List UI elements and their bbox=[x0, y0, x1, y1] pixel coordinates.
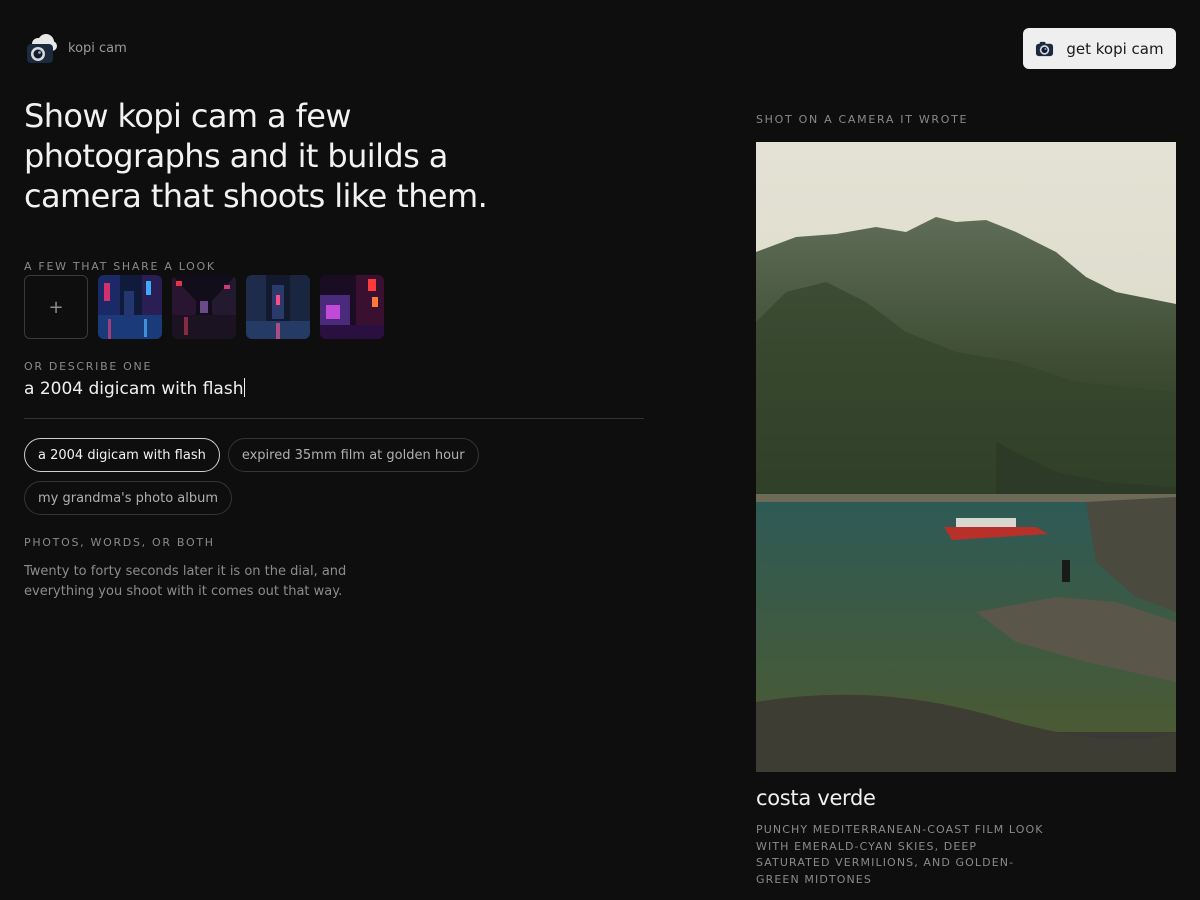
describe-caption: OR DESCRIBE ONE bbox=[24, 360, 153, 373]
cta-label: get kopi cam bbox=[1066, 39, 1164, 58]
showcase-title: costa verde bbox=[756, 786, 876, 810]
photos-caption: A FEW THAT SHARE A LOOK bbox=[24, 260, 216, 273]
info-caption: PHOTOS, WORDS, OR BOTH bbox=[24, 536, 215, 549]
showcase-description: PUNCHY MEDITERRANEAN-COAST FILM LOOK WIT… bbox=[756, 823, 1044, 886]
showcase-caption: SHOT ON A CAMERA IT WROTE bbox=[756, 113, 969, 126]
app-logo[interactable]: kopi cam bbox=[24, 32, 127, 64]
neon-street-image bbox=[172, 275, 236, 339]
describe-input[interactable]: a 2004 digicam with flash bbox=[24, 378, 644, 419]
add-photo-button[interactable]: + bbox=[24, 275, 88, 339]
photo-thumbnail[interactable] bbox=[320, 275, 384, 339]
neon-street-image bbox=[246, 275, 310, 339]
neon-street-image bbox=[320, 275, 384, 339]
neon-street-image bbox=[98, 275, 162, 339]
photo-thumbnail[interactable] bbox=[98, 275, 162, 339]
photo-thumbnail[interactable] bbox=[172, 275, 236, 339]
camera-icon bbox=[27, 34, 57, 63]
info-body: Twenty to forty seconds later it is on t… bbox=[24, 564, 347, 599]
photo-picker: + bbox=[24, 275, 384, 339]
hero-headline: Show kopi cam a few photographs and it b… bbox=[24, 97, 488, 215]
suggestion-chips: a 2004 digicam with flash expired 35mm fi… bbox=[24, 438, 664, 515]
text-caret bbox=[244, 378, 246, 397]
camera-icon bbox=[1036, 41, 1054, 57]
photo-thumbnail[interactable] bbox=[246, 275, 310, 339]
suggestion-chip[interactable]: expired 35mm film at golden hour bbox=[227, 438, 479, 472]
describe-input-value: a 2004 digicam with flash bbox=[24, 379, 244, 399]
suggestion-chip[interactable]: a 2004 digicam with flash bbox=[24, 438, 220, 472]
app-name: kopi cam bbox=[68, 40, 127, 56]
landscape-image bbox=[756, 142, 1176, 772]
showcase-photo bbox=[756, 142, 1176, 772]
suggestion-chip[interactable]: my grandma's photo album bbox=[24, 481, 233, 515]
plus-icon: + bbox=[48, 296, 64, 318]
get-kopi-cam-button[interactable]: get kopi cam bbox=[1023, 28, 1176, 69]
